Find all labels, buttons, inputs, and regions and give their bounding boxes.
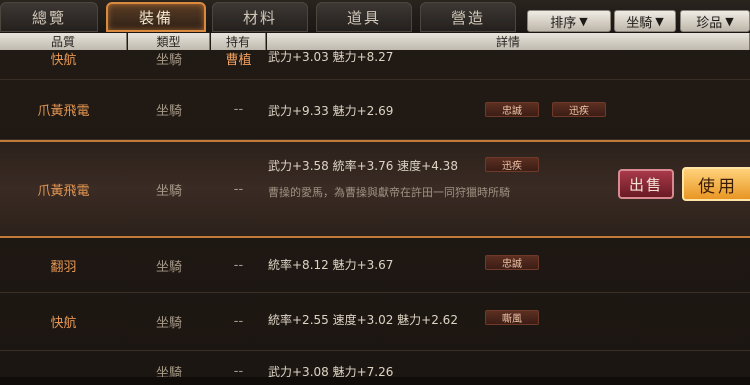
table-row[interactable]: 快航 坐騎 -- 統率+2.55 速度+3.02 魅力+2.62 嘶風 [0, 293, 750, 351]
bottom-bar [0, 377, 750, 385]
item-type: 坐騎 [155, 104, 182, 119]
item-type: 坐騎 [155, 316, 182, 331]
tab-bar: 總覽 裝備 材料 道具 營造 排序 ▼ 坐騎 ▼ 珍品 ▼ [0, 0, 750, 33]
tab-overview[interactable]: 總覽 [0, 2, 98, 32]
col-owner[interactable]: 持有 [211, 33, 266, 50]
rarity-filter-dropdown[interactable]: 珍品 ▼ [680, 10, 750, 32]
item-name: 爪黃飛電 [37, 183, 90, 199]
item-owner: -- [233, 102, 244, 117]
trait-tag: 迅疾 [552, 102, 606, 117]
item-type: 坐騎 [155, 183, 182, 199]
item-name: 快航 [50, 52, 77, 68]
trait-tag: 嘶風 [485, 310, 539, 325]
inventory-screen: 總覽 裝備 材料 道具 營造 排序 ▼ 坐騎 ▼ 珍品 ▼ 品質 類型 持有 詳情 快… [0, 0, 750, 385]
item-name: 快航 [50, 316, 77, 331]
sort-dropdown[interactable]: 排序 ▼ [527, 10, 611, 32]
item-stats: 統率+2.55 速度+3.02 魅力+2.62 [268, 313, 458, 327]
mount-filter-dropdown[interactable]: 坐騎 ▼ [614, 10, 676, 32]
use-button[interactable]: 使用 [682, 167, 750, 201]
table-row[interactable]: 翻羽 坐騎 -- 統率+8.12 魅力+3.67 忠誠 [0, 238, 750, 293]
item-stats: 武力+3.03 魅力+8.27 [268, 50, 394, 64]
col-quality[interactable]: 品質 [0, 33, 127, 50]
mount-filter-label: 坐騎 [626, 15, 653, 31]
trait-tag: 迅疾 [485, 157, 539, 172]
trait-tag: 忠誠 [485, 255, 539, 270]
item-owner: -- [233, 257, 244, 273]
tab-construction[interactable]: 營造 [420, 2, 516, 32]
item-owner: -- [233, 314, 244, 329]
sell-button[interactable]: 出售 [618, 169, 674, 199]
col-type[interactable]: 類型 [128, 33, 210, 50]
item-owner: 曹植 [225, 52, 252, 68]
triangle-down-icon: ▼ [655, 14, 664, 28]
item-stats: 武力+9.33 魅力+2.69 [268, 104, 394, 118]
triangle-down-icon: ▼ [725, 14, 734, 28]
rarity-filter-label: 珍品 [696, 15, 723, 31]
item-description: 曹操的愛馬，為曹操與獻帝在許田一同狩獵時所騎 [268, 186, 510, 199]
tab-equipment[interactable]: 裝備 [106, 2, 206, 32]
table-row[interactable]: 爪黃飛電 坐騎 -- 武力+9.33 魅力+2.69 忠誠 迅疾 [0, 80, 750, 140]
item-name: 爪黃飛電 [37, 104, 90, 119]
item-owner: -- [233, 181, 244, 197]
sort-dropdown-label: 排序 [550, 15, 577, 31]
tab-items[interactable]: 道具 [316, 2, 412, 32]
item-stats: 統率+8.12 魅力+3.67 [268, 258, 394, 272]
item-type: 坐騎 [155, 52, 182, 68]
item-stats: 武力+3.58 統率+3.76 速度+4.38 [268, 159, 458, 173]
table-row[interactable]: 快航 坐騎 曹植 武力+3.03 魅力+8.27 [0, 50, 750, 80]
trait-tag: 忠誠 [485, 102, 539, 117]
triangle-down-icon: ▼ [579, 14, 588, 28]
item-type: 坐騎 [155, 259, 182, 275]
tab-materials[interactable]: 材料 [212, 2, 308, 32]
item-name: 翻羽 [50, 259, 77, 275]
